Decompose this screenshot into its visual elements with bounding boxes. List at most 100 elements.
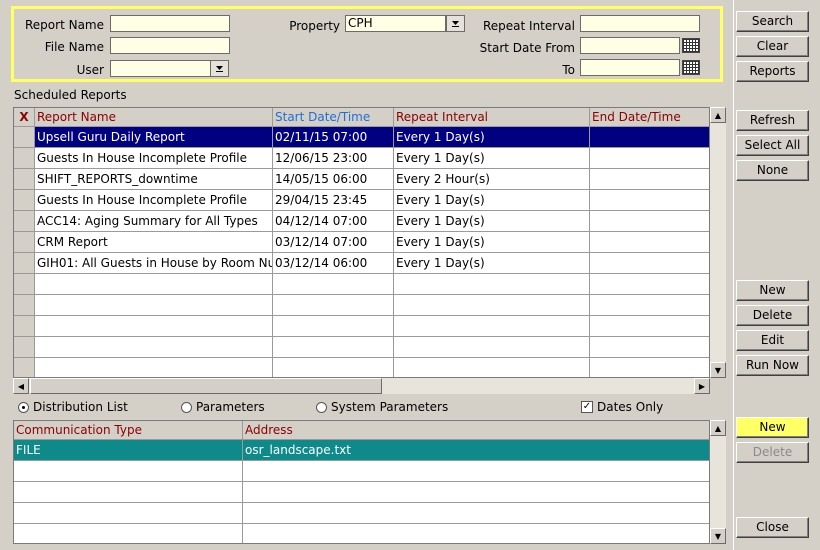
- cell-repeat-interval: Every 1 Day(s): [394, 127, 590, 147]
- row-selector[interactable]: [14, 358, 35, 377]
- table-row-empty[interactable]: [14, 274, 709, 295]
- table-row[interactable]: Upsell Guru Daily Report 02/11/15 07:00 …: [14, 127, 709, 148]
- row-selector[interactable]: [14, 232, 35, 252]
- row-selector[interactable]: [14, 274, 35, 294]
- scheduled-horizontal-scrollbar[interactable]: ◀ ▶: [13, 378, 710, 394]
- cell-empty: [14, 482, 243, 502]
- row-selector[interactable]: [14, 127, 35, 147]
- cell-address: osr_landscape.txt: [243, 440, 709, 460]
- cell-report-name: Guests In House Incomplete Profile: [35, 190, 273, 210]
- distribution-list-radio[interactable]: [18, 402, 29, 413]
- cell-report-name: GIH01: All Guests in House by Room Numbe…: [35, 253, 273, 273]
- row-selector[interactable]: [14, 148, 35, 168]
- cell-report-name: Guests In House Incomplete Profile: [35, 148, 273, 168]
- scroll-right-icon[interactable]: ▶: [694, 378, 710, 394]
- table-row[interactable]: GIH01: All Guests in House by Room Numbe…: [14, 253, 709, 274]
- row-selector[interactable]: [14, 211, 35, 231]
- cell-end-date: [590, 169, 709, 189]
- table-row[interactable]: SHIFT_REPORTS_downtime 14/05/15 06:00 Ev…: [14, 169, 709, 190]
- column-header-report-name[interactable]: Report Name: [35, 108, 273, 127]
- none-button[interactable]: None: [736, 160, 809, 181]
- cell-empty: [14, 461, 243, 481]
- cell-start-date: 02/11/15 07:00: [273, 127, 394, 147]
- parameters-radio[interactable]: [181, 402, 192, 413]
- row-selector[interactable]: [14, 295, 35, 315]
- row-selector[interactable]: [14, 169, 35, 189]
- scrollbar-thumb[interactable]: [30, 378, 382, 394]
- cell-empty: [273, 274, 394, 294]
- user-dropdown-button[interactable]: [210, 60, 229, 77]
- row-selector[interactable]: [14, 337, 35, 357]
- file-name-input[interactable]: [110, 37, 230, 54]
- column-header-address[interactable]: Address: [243, 421, 709, 440]
- table-row-empty[interactable]: [14, 461, 709, 482]
- table-row-empty[interactable]: [14, 524, 709, 543]
- cell-empty: [14, 524, 243, 543]
- scroll-up-icon[interactable]: ▲: [710, 107, 726, 123]
- new-schedule-button[interactable]: New: [736, 280, 809, 301]
- cell-repeat-interval: Every 1 Day(s): [394, 232, 590, 252]
- table-row[interactable]: Guests In House Incomplete Profile 12/06…: [14, 148, 709, 169]
- refresh-button[interactable]: Refresh: [736, 110, 809, 131]
- new-distribution-button[interactable]: New: [736, 417, 809, 438]
- delete-distribution-button[interactable]: Delete: [736, 442, 809, 463]
- column-header-communication-type[interactable]: Communication Type: [14, 421, 243, 440]
- repeat-interval-input[interactable]: [580, 15, 700, 32]
- property-dropdown-button[interactable]: [446, 15, 465, 32]
- scheduled-reports-title: Scheduled Reports: [14, 88, 127, 102]
- scroll-up-icon[interactable]: ▲: [710, 420, 726, 436]
- start-date-from-input[interactable]: [580, 37, 680, 54]
- report-name-input[interactable]: [110, 15, 230, 32]
- table-row[interactable]: ACC14: Aging Summary for All Types 04/12…: [14, 211, 709, 232]
- cell-empty: [273, 358, 394, 377]
- calendar-icon[interactable]: [682, 60, 700, 75]
- column-header-end-date[interactable]: End Date/Time: [590, 108, 709, 127]
- table-row[interactable]: Guests In House Incomplete Profile 29/04…: [14, 190, 709, 211]
- clear-button[interactable]: Clear: [736, 36, 809, 57]
- search-button[interactable]: Search: [736, 11, 809, 32]
- calendar-icon[interactable]: [682, 38, 700, 53]
- cell-end-date: [590, 232, 709, 252]
- cell-empty: [35, 358, 273, 377]
- scroll-down-icon[interactable]: ▼: [710, 362, 726, 378]
- cell-report-name: CRM Report: [35, 232, 273, 252]
- scroll-down-icon[interactable]: ▼: [710, 528, 726, 544]
- table-row-empty[interactable]: [14, 503, 709, 524]
- row-selector[interactable]: [14, 190, 35, 210]
- scroll-left-icon[interactable]: ◀: [13, 378, 29, 394]
- table-row-empty[interactable]: [14, 295, 709, 316]
- close-button[interactable]: Close: [736, 517, 809, 538]
- row-selector[interactable]: [14, 253, 35, 273]
- table-row-empty[interactable]: [14, 337, 709, 358]
- cell-empty: [394, 358, 590, 377]
- cell-empty: [273, 295, 394, 315]
- cell-repeat-interval: Every 2 Hour(s): [394, 169, 590, 189]
- system-parameters-radio[interactable]: [316, 402, 327, 413]
- edit-schedule-button[interactable]: Edit: [736, 330, 809, 351]
- distribution-table: Communication Type Address FILE osr_land…: [13, 420, 710, 544]
- table-row[interactable]: FILE osr_landscape.txt: [14, 440, 709, 461]
- row-selector[interactable]: [14, 316, 35, 336]
- property-input[interactable]: CPH: [345, 15, 446, 32]
- reports-button[interactable]: Reports: [736, 61, 809, 82]
- scheduled-reports-table: X Report Name Start Date/Time Repeat Int…: [13, 107, 710, 378]
- run-now-button[interactable]: Run Now: [736, 355, 809, 376]
- delete-schedule-button[interactable]: Delete: [736, 305, 809, 326]
- distribution-vertical-scrollbar[interactable]: ▲ ▼: [710, 420, 726, 544]
- column-header-start-date[interactable]: Start Date/Time: [273, 108, 394, 127]
- to-date-input[interactable]: [580, 59, 680, 76]
- system-parameters-label: System Parameters: [331, 400, 449, 414]
- cell-empty: [394, 274, 590, 294]
- delete-column-header[interactable]: X: [14, 108, 35, 127]
- cell-empty: [35, 316, 273, 336]
- select-all-button[interactable]: Select All: [736, 135, 809, 156]
- table-row[interactable]: CRM Report 03/12/14 07:00 Every 1 Day(s): [14, 232, 709, 253]
- cell-start-date: 14/05/15 06:00: [273, 169, 394, 189]
- table-row-empty[interactable]: [14, 482, 709, 503]
- dates-only-checkbox[interactable]: ✓: [581, 401, 593, 413]
- user-input[interactable]: [110, 60, 211, 77]
- column-header-repeat-interval[interactable]: Repeat Interval: [394, 108, 590, 127]
- scheduled-vertical-scrollbar[interactable]: ▲ ▼: [710, 107, 726, 378]
- table-row-empty[interactable]: [14, 316, 709, 337]
- table-row-empty[interactable]: [14, 358, 709, 377]
